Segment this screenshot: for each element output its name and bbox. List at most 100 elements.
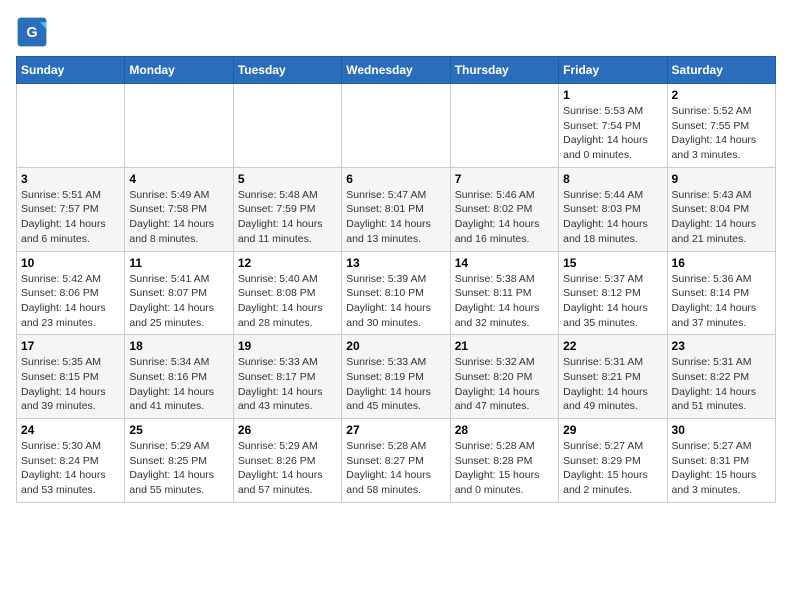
day-number: 22: [563, 339, 662, 353]
calendar-cell: 8 Sunrise: 5:44 AM Sunset: 8:03 PM Daylig…: [559, 167, 667, 251]
day-number: 5: [238, 172, 337, 186]
column-header-tuesday: Tuesday: [233, 57, 341, 84]
column-header-sunday: Sunday: [17, 57, 125, 84]
calendar-cell: 18Sunrise: 5:34 AM Sunset: 8:16 PM Dayli…: [125, 335, 233, 419]
day-number: 8: [563, 172, 662, 186]
calendar-cell: 19Sunrise: 5:33 AM Sunset: 8:17 PM Dayli…: [233, 335, 341, 419]
day-info: Sunrise: 5:49 AM Sunset: 7:58 PM Dayligh…: [129, 188, 228, 247]
day-number: 20: [346, 339, 445, 353]
day-info: Sunrise: 5:39 AM Sunset: 8:10 PM Dayligh…: [346, 272, 445, 331]
day-info: Sunrise: 5:46 AM Sunset: 8:02 PM Dayligh…: [455, 188, 554, 247]
calendar-cell: 27 Sunrise: 5:28 AM Sunset: 8:27 PM Dayli…: [342, 419, 450, 503]
calendar-cell: 26 Sunrise: 5:29 AM Sunset: 8:26 PM Dayli…: [233, 419, 341, 503]
calendar-cell: [233, 84, 341, 168]
calendar-cell: 11 Sunrise: 5:41 AM Sunset: 8:07 PM Dayli…: [125, 251, 233, 335]
calendar-cell: 29 Sunrise: 5:27 AM Sunset: 8:29 PM Dayli…: [559, 419, 667, 503]
day-number: 10: [21, 256, 120, 270]
day-info: Sunrise: 5:38 AM Sunset: 8:11 PM Dayligh…: [455, 272, 554, 331]
calendar-header: SundayMondayTuesdayWednesdayThursdayFrid…: [17, 57, 776, 84]
calendar-cell: 1Sunrise: 5:53 AM Sunset: 7:54 PM Daylig…: [559, 84, 667, 168]
calendar-cell: 15 Sunrise: 5:37 AM Sunset: 8:12 PM Dayli…: [559, 251, 667, 335]
day-number: 2: [672, 88, 771, 102]
calendar-cell: 22 Sunrise: 5:31 AM Sunset: 8:21 PM Dayli…: [559, 335, 667, 419]
day-number: 28: [455, 423, 554, 437]
calendar-cell: 25Sunrise: 5:29 AM Sunset: 8:25 PM Dayli…: [125, 419, 233, 503]
day-number: 30: [672, 423, 771, 437]
logo: G: [16, 16, 52, 48]
calendar-cell: 4 Sunrise: 5:49 AM Sunset: 7:58 PM Daylig…: [125, 167, 233, 251]
day-number: 15: [563, 256, 662, 270]
page-header: G: [16, 16, 776, 48]
day-info: Sunrise: 5:28 AM Sunset: 8:28 PM Dayligh…: [455, 439, 554, 498]
calendar-cell: 24 Sunrise: 5:30 AM Sunset: 8:24 PM Dayli…: [17, 419, 125, 503]
calendar-cell: 17 Sunrise: 5:35 AM Sunset: 8:15 PM Dayli…: [17, 335, 125, 419]
calendar-cell: 14 Sunrise: 5:38 AM Sunset: 8:11 PM Dayli…: [450, 251, 558, 335]
day-info: Sunrise: 5:52 AM Sunset: 7:55 PM Dayligh…: [672, 104, 771, 163]
day-info: Sunrise: 5:28 AM Sunset: 8:27 PM Dayligh…: [346, 439, 445, 498]
header-row: SundayMondayTuesdayWednesdayThursdayFrid…: [17, 57, 776, 84]
calendar-cell: 13 Sunrise: 5:39 AM Sunset: 8:10 PM Dayli…: [342, 251, 450, 335]
week-row-2: 3Sunrise: 5:51 AM Sunset: 7:57 PM Daylig…: [17, 167, 776, 251]
day-info: Sunrise: 5:31 AM Sunset: 8:22 PM Dayligh…: [672, 355, 771, 414]
day-number: 24: [21, 423, 120, 437]
calendar-cell: [450, 84, 558, 168]
calendar-table: SundayMondayTuesdayWednesdayThursdayFrid…: [16, 56, 776, 503]
day-number: 6: [346, 172, 445, 186]
calendar-cell: 16 Sunrise: 5:36 AM Sunset: 8:14 PM Dayli…: [667, 251, 775, 335]
day-info: Sunrise: 5:51 AM Sunset: 7:57 PM Dayligh…: [21, 188, 120, 247]
day-number: 1: [563, 88, 662, 102]
day-info: Sunrise: 5:43 AM Sunset: 8:04 PM Dayligh…: [672, 188, 771, 247]
week-row-1: 1Sunrise: 5:53 AM Sunset: 7:54 PM Daylig…: [17, 84, 776, 168]
logo-icon: G: [16, 16, 48, 48]
week-row-5: 24 Sunrise: 5:30 AM Sunset: 8:24 PM Dayli…: [17, 419, 776, 503]
calendar-cell: 30Sunrise: 5:27 AM Sunset: 8:31 PM Dayli…: [667, 419, 775, 503]
day-info: Sunrise: 5:33 AM Sunset: 8:19 PM Dayligh…: [346, 355, 445, 414]
calendar-cell: 28 Sunrise: 5:28 AM Sunset: 8:28 PM Dayli…: [450, 419, 558, 503]
calendar-cell: [125, 84, 233, 168]
day-number: 26: [238, 423, 337, 437]
day-number: 16: [672, 256, 771, 270]
calendar-cell: 23 Sunrise: 5:31 AM Sunset: 8:22 PM Dayli…: [667, 335, 775, 419]
day-number: 21: [455, 339, 554, 353]
calendar-body: 1Sunrise: 5:53 AM Sunset: 7:54 PM Daylig…: [17, 84, 776, 503]
day-info: Sunrise: 5:27 AM Sunset: 8:29 PM Dayligh…: [563, 439, 662, 498]
calendar-cell: [17, 84, 125, 168]
svg-text:G: G: [26, 25, 37, 41]
day-number: 13: [346, 256, 445, 270]
column-header-thursday: Thursday: [450, 57, 558, 84]
day-number: 27: [346, 423, 445, 437]
week-row-3: 10 Sunrise: 5:42 AM Sunset: 8:06 PM Dayli…: [17, 251, 776, 335]
day-number: 11: [129, 256, 228, 270]
day-info: Sunrise: 5:42 AM Sunset: 8:06 PM Dayligh…: [21, 272, 120, 331]
day-number: 23: [672, 339, 771, 353]
day-info: Sunrise: 5:48 AM Sunset: 7:59 PM Dayligh…: [238, 188, 337, 247]
day-info: Sunrise: 5:36 AM Sunset: 8:14 PM Dayligh…: [672, 272, 771, 331]
column-header-monday: Monday: [125, 57, 233, 84]
day-info: Sunrise: 5:34 AM Sunset: 8:16 PM Dayligh…: [129, 355, 228, 414]
day-info: Sunrise: 5:31 AM Sunset: 8:21 PM Dayligh…: [563, 355, 662, 414]
day-info: Sunrise: 5:35 AM Sunset: 8:15 PM Dayligh…: [21, 355, 120, 414]
day-number: 17: [21, 339, 120, 353]
column-header-friday: Friday: [559, 57, 667, 84]
calendar-cell: 6 Sunrise: 5:47 AM Sunset: 8:01 PM Daylig…: [342, 167, 450, 251]
day-info: Sunrise: 5:30 AM Sunset: 8:24 PM Dayligh…: [21, 439, 120, 498]
column-header-saturday: Saturday: [667, 57, 775, 84]
day-info: Sunrise: 5:32 AM Sunset: 8:20 PM Dayligh…: [455, 355, 554, 414]
day-number: 29: [563, 423, 662, 437]
calendar-cell: 10 Sunrise: 5:42 AM Sunset: 8:06 PM Dayli…: [17, 251, 125, 335]
calendar-cell: 7 Sunrise: 5:46 AM Sunset: 8:02 PM Daylig…: [450, 167, 558, 251]
day-number: 7: [455, 172, 554, 186]
day-info: Sunrise: 5:44 AM Sunset: 8:03 PM Dayligh…: [563, 188, 662, 247]
day-info: Sunrise: 5:41 AM Sunset: 8:07 PM Dayligh…: [129, 272, 228, 331]
day-info: Sunrise: 5:37 AM Sunset: 8:12 PM Dayligh…: [563, 272, 662, 331]
day-number: 25: [129, 423, 228, 437]
calendar-cell: 20 Sunrise: 5:33 AM Sunset: 8:19 PM Dayli…: [342, 335, 450, 419]
day-info: Sunrise: 5:33 AM Sunset: 8:17 PM Dayligh…: [238, 355, 337, 414]
calendar-cell: 12Sunrise: 5:40 AM Sunset: 8:08 PM Dayli…: [233, 251, 341, 335]
day-number: 4: [129, 172, 228, 186]
day-info: Sunrise: 5:47 AM Sunset: 8:01 PM Dayligh…: [346, 188, 445, 247]
calendar-cell: 9Sunrise: 5:43 AM Sunset: 8:04 PM Daylig…: [667, 167, 775, 251]
day-info: Sunrise: 5:29 AM Sunset: 8:26 PM Dayligh…: [238, 439, 337, 498]
day-number: 14: [455, 256, 554, 270]
calendar-cell: 21 Sunrise: 5:32 AM Sunset: 8:20 PM Dayli…: [450, 335, 558, 419]
